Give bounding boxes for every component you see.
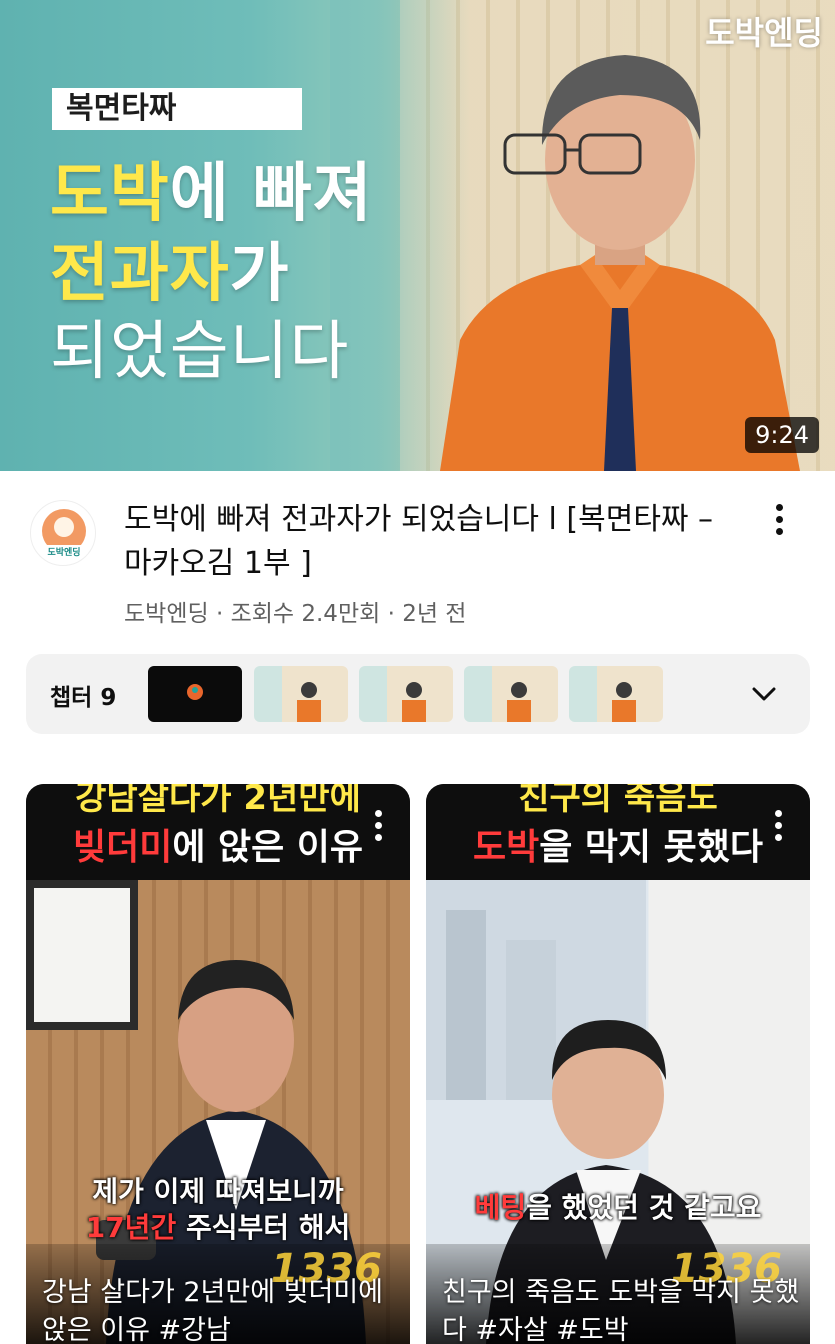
chapter-person-icon <box>297 682 321 722</box>
channel-logo-icon: 도박엔딩 <box>40 509 88 558</box>
chapter-logo-icon <box>187 684 203 700</box>
chapter-person-icon <box>402 682 426 722</box>
short-title[interactable]: 친구의 죽음도 도박을 막지 못했다 #자살 #도박 <box>442 1274 802 1344</box>
chapter-person-icon <box>507 682 531 722</box>
duration-badge: 9:24 <box>745 417 819 453</box>
chapter-thumbnail[interactable] <box>254 666 348 722</box>
short-title[interactable]: 강남 살다가 2년만에 빚더미에 앉은 이유 #강남 <box>42 1274 402 1344</box>
short-card[interactable]: 친구의 죽음도 도박을 막지 못했다 베팅을 했었던 것 같고요 1336 친구… <box>426 784 810 1344</box>
speaker-portrait <box>440 55 800 471</box>
chevron-down-icon[interactable] <box>748 678 780 710</box>
short-caption-main: 빚더미에 앉은 이유 <box>72 827 364 868</box>
more-options-icon[interactable] <box>765 500 793 540</box>
short-caption-header: 친구의 죽음도 도박을 막지 못했다 <box>426 784 810 880</box>
hero-tag: 복면타짜 <box>52 88 302 130</box>
channel-logo-text: 도박엔딩 <box>47 546 80 558</box>
short-caption-top: 친구의 죽음도 <box>518 784 718 818</box>
hero-line-1: 도박에 빠져 <box>50 157 373 231</box>
video-thumbnail[interactable]: 복면타짜 도박에 빠져 전과자가 되었습니다 도박엔딩 9:24 <box>0 0 835 471</box>
short-card[interactable]: 강남살다가 2년만에 빚더미에 앉은 이유 제가 이제 따져보니까 17년간 주… <box>26 784 410 1344</box>
chapter-person-icon <box>612 682 636 722</box>
short-more-icon[interactable] <box>372 810 384 846</box>
hero-brand-watermark: 도박엔딩 <box>705 14 823 52</box>
chapter-thumbnail[interactable] <box>359 666 453 722</box>
chapter-thumbnail[interactable] <box>569 666 663 722</box>
hero-line-3: 되었습니다 <box>50 315 350 389</box>
short-more-icon[interactable] <box>772 810 784 846</box>
chapter-thumbnail[interactable] <box>464 666 558 722</box>
chapters-bar[interactable]: 챕터 9 <box>26 654 810 734</box>
short-subtitle-2: 17년간 주식부터 해서 <box>85 1211 351 1244</box>
short-caption-header: 강남살다가 2년만에 빚더미에 앉은 이유 <box>26 784 410 880</box>
chapter-thumbnail[interactable] <box>148 666 242 722</box>
video-title[interactable]: 도박에 빠져 전과자가 되었습니다 l [복면타짜 – 마카오김 1부 ] <box>124 498 744 586</box>
short-caption-top: 강남살다가 2년만에 <box>75 784 361 818</box>
short-caption-main: 도박을 막지 못했다 <box>472 827 764 868</box>
short-subtitle-1: 베팅을 했었던 것 같고요 <box>474 1191 762 1224</box>
chapters-label: 챕터 9 <box>50 685 117 711</box>
channel-avatar[interactable]: 도박엔딩 <box>30 500 96 566</box>
short-subtitle-1: 제가 이제 따져보니까 <box>92 1175 344 1208</box>
video-meta: 도박엔딩 · 조회수 2.4만회 · 2년 전 <box>124 601 467 627</box>
